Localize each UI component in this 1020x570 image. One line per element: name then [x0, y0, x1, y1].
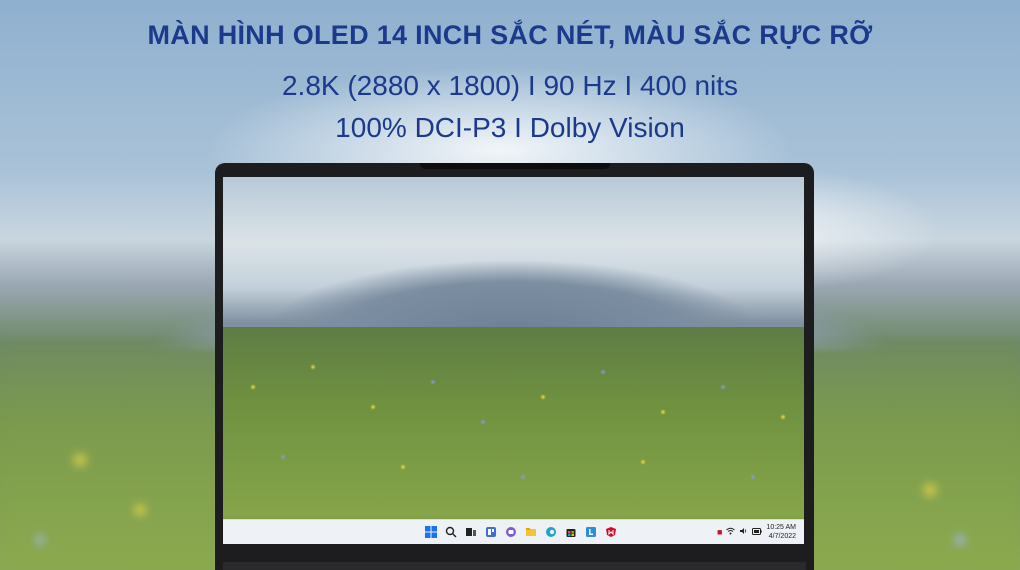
battery-icon[interactable] [752, 527, 763, 537]
laptop: ■ 10:25 AM 4/7/2022 [215, 163, 814, 570]
laptop-screen: ■ 10:25 AM 4/7/2022 [223, 177, 804, 544]
screen-mountain [223, 207, 804, 337]
windows-taskbar: ■ 10:25 AM 4/7/2022 [223, 519, 804, 544]
specs-line-2: 100% DCI-P3 I Dolby Vision [335, 112, 685, 143]
headline: MÀN HÌNH OLED 14 INCH SẮC NÉT, MÀU SẮC R… [147, 20, 873, 50]
edge-icon[interactable] [543, 524, 559, 540]
store-icon[interactable] [563, 524, 579, 540]
system-tray: ■ 10:25 AM 4/7/2022 [717, 523, 796, 541]
chat-icon[interactable] [503, 524, 519, 540]
widgets-icon[interactable] [483, 524, 499, 540]
laptop-base [223, 562, 806, 570]
clock-time: 10:25 AM [766, 524, 796, 531]
volume-icon[interactable] [739, 527, 748, 537]
windows-start-icon[interactable] [423, 524, 439, 540]
taskbar-icons [423, 524, 619, 540]
task-view-icon[interactable] [463, 524, 479, 540]
specs-line-1: 2.8K (2880 x 1800) I 90 Hz I 400 nits [281, 70, 739, 101]
mcafee-tray-icon[interactable]: ■ [717, 527, 722, 537]
taskbar-clock[interactable]: 10:25 AM 4/7/2022 [766, 523, 796, 541]
clock-date: 4/7/2022 [768, 533, 796, 540]
webcam-notch [420, 163, 610, 169]
lenovo-vantage-icon[interactable] [583, 524, 599, 540]
search-icon[interactable] [443, 524, 459, 540]
screen-flower-field [223, 327, 804, 517]
mcafee-icon[interactable] [603, 524, 619, 540]
wifi-icon[interactable] [726, 527, 736, 537]
file-explorer-icon[interactable] [523, 524, 539, 540]
